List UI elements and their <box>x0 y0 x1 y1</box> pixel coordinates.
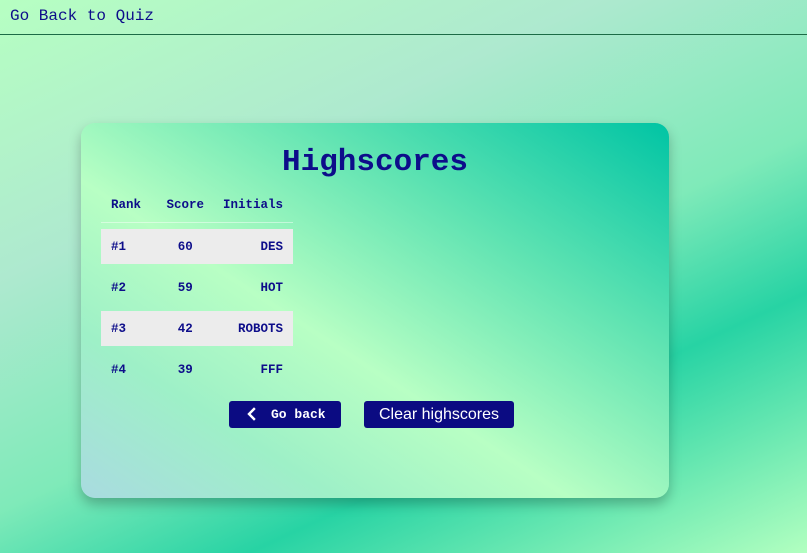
score-cell: 59 <box>177 280 193 295</box>
top-nav-bar: Go Back to Quiz <box>0 0 807 35</box>
clear-highscores-button[interactable]: Clear highscores <box>364 401 514 428</box>
table-row: #2 59 HOT <box>101 270 293 305</box>
score-cell: 60 <box>157 229 214 264</box>
go-back-label: Go back <box>271 407 326 422</box>
rank-cell: #2 <box>111 280 127 295</box>
initials-cell: HOT <box>260 280 283 295</box>
highscores-card: Highscores Rank Score Initials #1 60 DES… <box>81 123 669 498</box>
rank-cell: #3 <box>101 311 158 346</box>
initials-cell: ROBOTS <box>213 311 293 346</box>
go-back-to-quiz-link[interactable]: Go Back to Quiz <box>10 7 154 25</box>
score-cell: 42 <box>157 311 214 346</box>
page-title: Highscores <box>281 145 469 180</box>
column-header-score: Score <box>157 188 214 223</box>
table-row: #1 60 DES <box>101 229 293 264</box>
table-row: #4 39 FFF <box>101 352 293 387</box>
column-header-initials: Initials <box>213 188 293 223</box>
initials-cell: FFF <box>260 362 283 377</box>
table-row: #3 42 ROBOTS <box>101 311 293 346</box>
rank-cell: #1 <box>101 229 158 264</box>
column-header-rank: Rank <box>101 188 158 223</box>
chevron-left-icon <box>247 407 256 421</box>
highscores-table: Rank Score Initials #1 60 DES #2 59 HOT … <box>101 188 293 387</box>
initials-cell: DES <box>213 229 293 264</box>
score-cell: 39 <box>177 362 193 377</box>
rank-cell: #4 <box>111 362 127 377</box>
table-header-row: Rank Score Initials <box>101 188 293 223</box>
go-back-button[interactable]: Go back <box>229 401 341 428</box>
